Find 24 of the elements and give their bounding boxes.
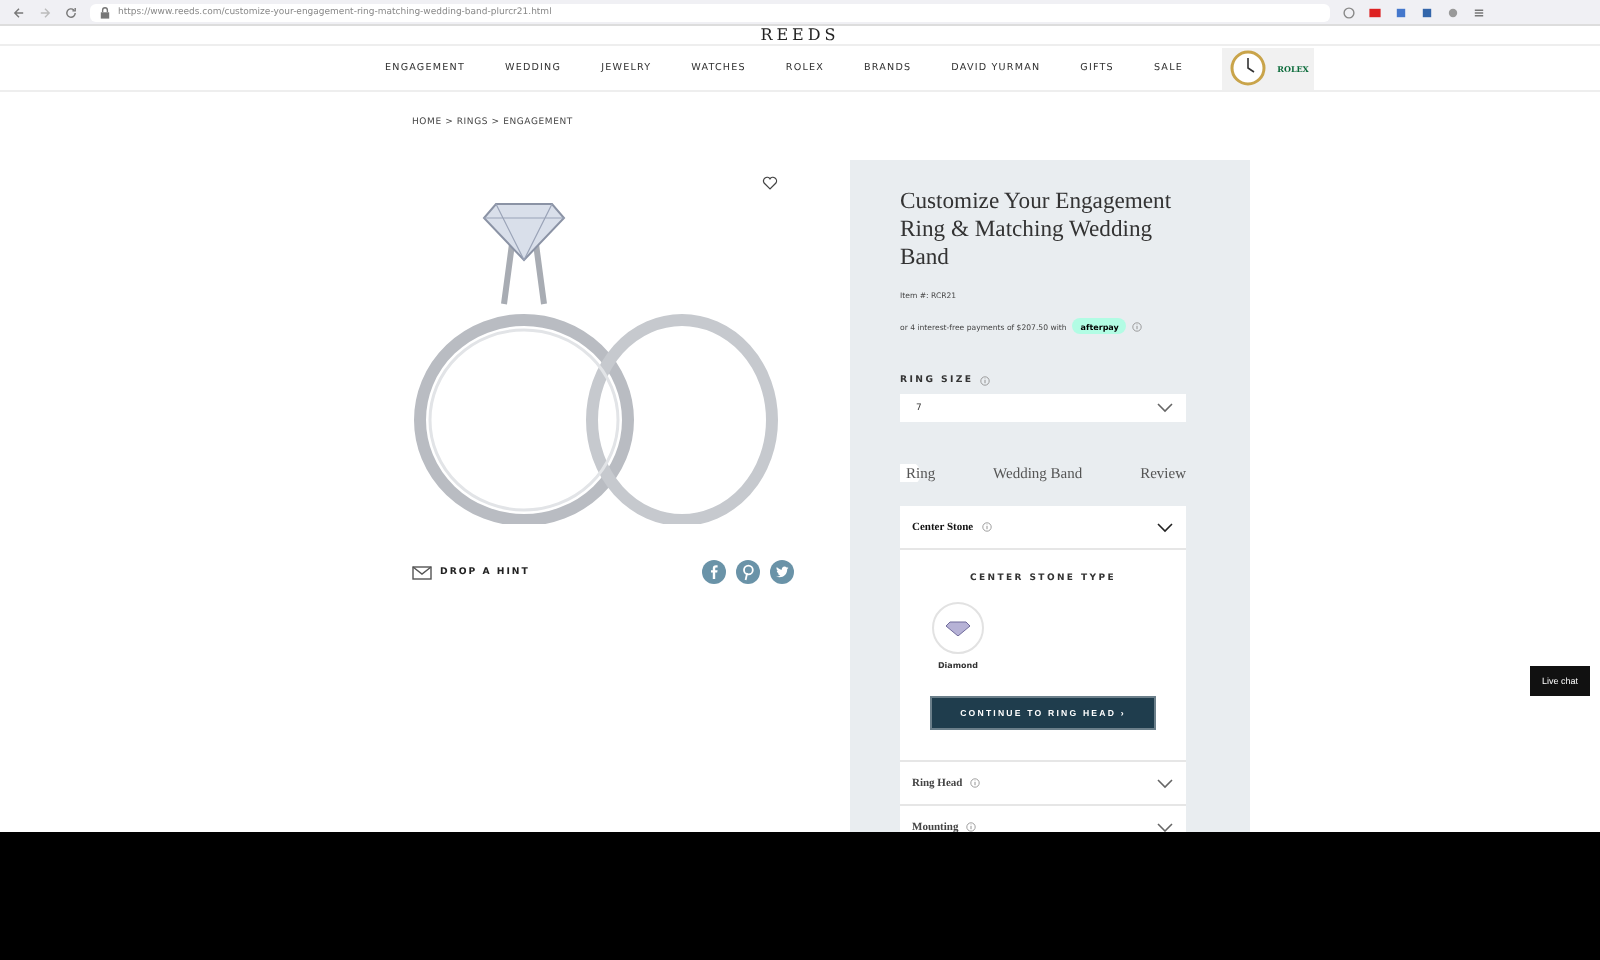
info-icon[interactable] — [970, 778, 981, 788]
menu-icon[interactable] — [1472, 5, 1486, 19]
site-logo[interactable]: REEDS — [760, 28, 840, 44]
chevron-icon — [1156, 402, 1174, 414]
stone-option[interactable] — [932, 602, 984, 654]
heart-icon[interactable] — [762, 176, 778, 190]
chevron-icon — [1156, 521, 1174, 533]
info-icon[interactable] — [966, 822, 977, 832]
forward-icon[interactable] — [38, 5, 52, 19]
pinterest-icon[interactable] — [736, 560, 760, 584]
product-title: Customize Your Engagement Ring & Matching Wedding Band — [900, 188, 1174, 272]
info-icon[interactable] — [979, 376, 990, 386]
chevron-icon — [1156, 777, 1174, 789]
chevron-icon — [1156, 821, 1174, 832]
lock-icon — [98, 5, 112, 19]
facebook-icon[interactable] — [702, 560, 726, 584]
reload-icon[interactable] — [64, 5, 78, 19]
envelope-icon — [412, 565, 432, 579]
diamond-icon — [946, 620, 970, 636]
back-icon[interactable] — [12, 5, 26, 19]
clock-icon — [1229, 50, 1266, 86]
twitter-icon[interactable] — [770, 560, 794, 584]
info-icon[interactable] — [981, 522, 992, 532]
info-icon[interactable] — [1132, 321, 1143, 331]
